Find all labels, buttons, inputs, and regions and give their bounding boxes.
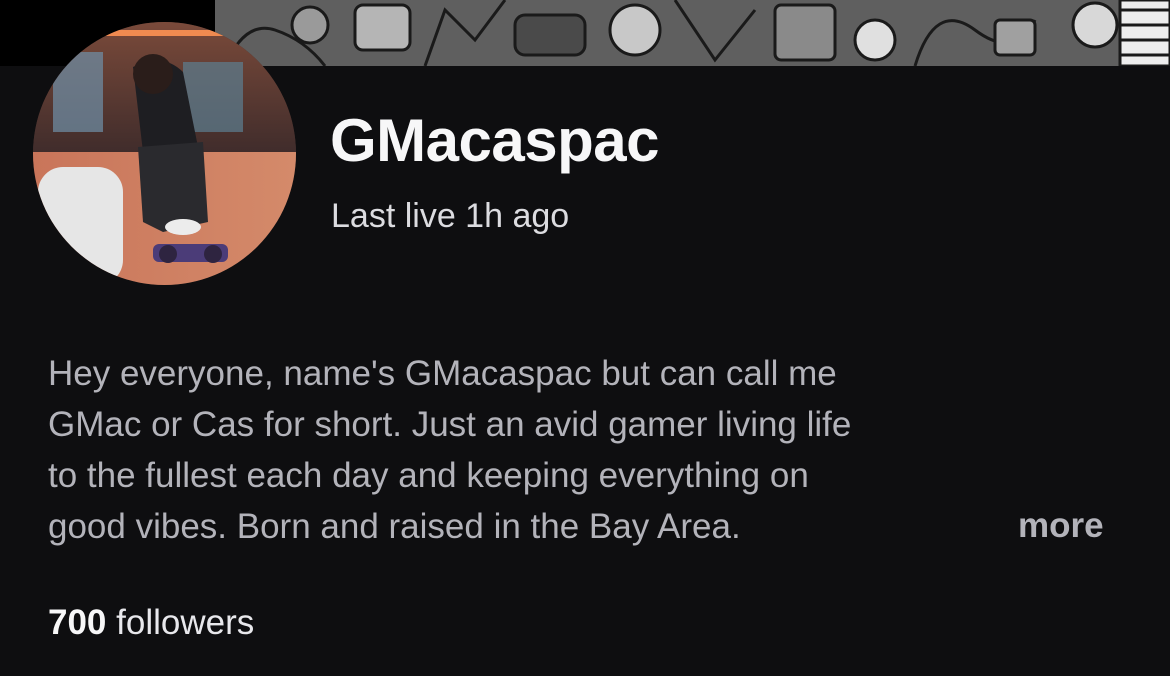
banner-art (215, 0, 1170, 66)
profile-banner (215, 0, 1170, 66)
bio-line: Hey everyone, name's GMacaspac but can c… (48, 354, 837, 393)
channel-name: GMacaspac (330, 107, 660, 174)
followers-number: 700 (48, 603, 107, 642)
more-button[interactable]: more (1018, 500, 1104, 551)
followers-count[interactable]: 700 followers (48, 600, 254, 646)
bio-line: good vibes. Born and raised in the Bay A… (48, 507, 741, 546)
last-live-status: Last live 1h ago (331, 197, 570, 235)
bio-line: GMac or Cas for short. Just an avid game… (48, 405, 852, 444)
avatar[interactable] (33, 22, 296, 285)
avatar-photo (33, 22, 296, 285)
followers-label: followers (116, 603, 255, 642)
bio-line: to the fullest each day and keeping ever… (48, 456, 809, 495)
bio-text: Hey everyone, name's GMacaspac but can c… (48, 348, 1088, 552)
